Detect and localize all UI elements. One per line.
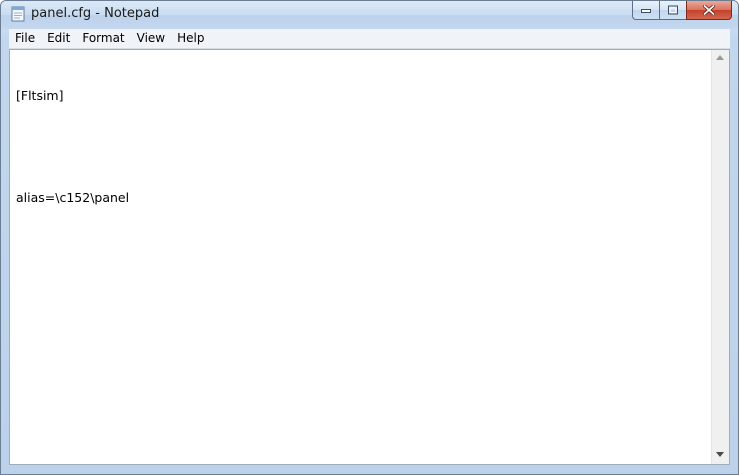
maximize-button[interactable] — [659, 1, 686, 20]
text-editor[interactable]: [Fltsim] alias=\c152\panel — [10, 50, 712, 464]
scroll-up-arrow-icon — [716, 55, 724, 60]
text-line-2 — [16, 138, 706, 155]
text-line-3: alias=\c152\panel — [16, 190, 130, 205]
scroll-up-button[interactable] — [712, 50, 728, 67]
menu-file[interactable]: File — [9, 29, 41, 48]
text-line-1: [Fltsim] — [16, 88, 64, 103]
notepad-icon[interactable] — [11, 6, 25, 22]
menu-format[interactable]: Format — [76, 29, 130, 48]
maximize-icon — [668, 5, 678, 15]
scroll-down-arrow-icon — [716, 452, 724, 457]
vertical-scrollbar[interactable] — [711, 50, 729, 464]
menu-view[interactable]: View — [131, 29, 171, 48]
title-bar[interactable]: panel.cfg - Notepad — [1, 1, 738, 29]
caption-buttons — [632, 1, 732, 20]
window-title: panel.cfg - Notepad — [31, 6, 160, 21]
editor-frame: [Fltsim] alias=\c152\panel — [9, 49, 730, 465]
scroll-down-button[interactable] — [712, 447, 728, 464]
menu-help[interactable]: Help — [171, 29, 210, 48]
notepad-window: panel.cfg - Notepad File Edit Format Vie… — [0, 0, 739, 475]
minimize-icon — [641, 9, 651, 13]
close-icon — [703, 5, 715, 15]
close-button[interactable] — [686, 1, 732, 20]
minimize-button[interactable] — [632, 1, 659, 20]
menu-bar: File Edit Format View Help — [9, 29, 730, 49]
menu-edit[interactable]: Edit — [41, 29, 76, 48]
